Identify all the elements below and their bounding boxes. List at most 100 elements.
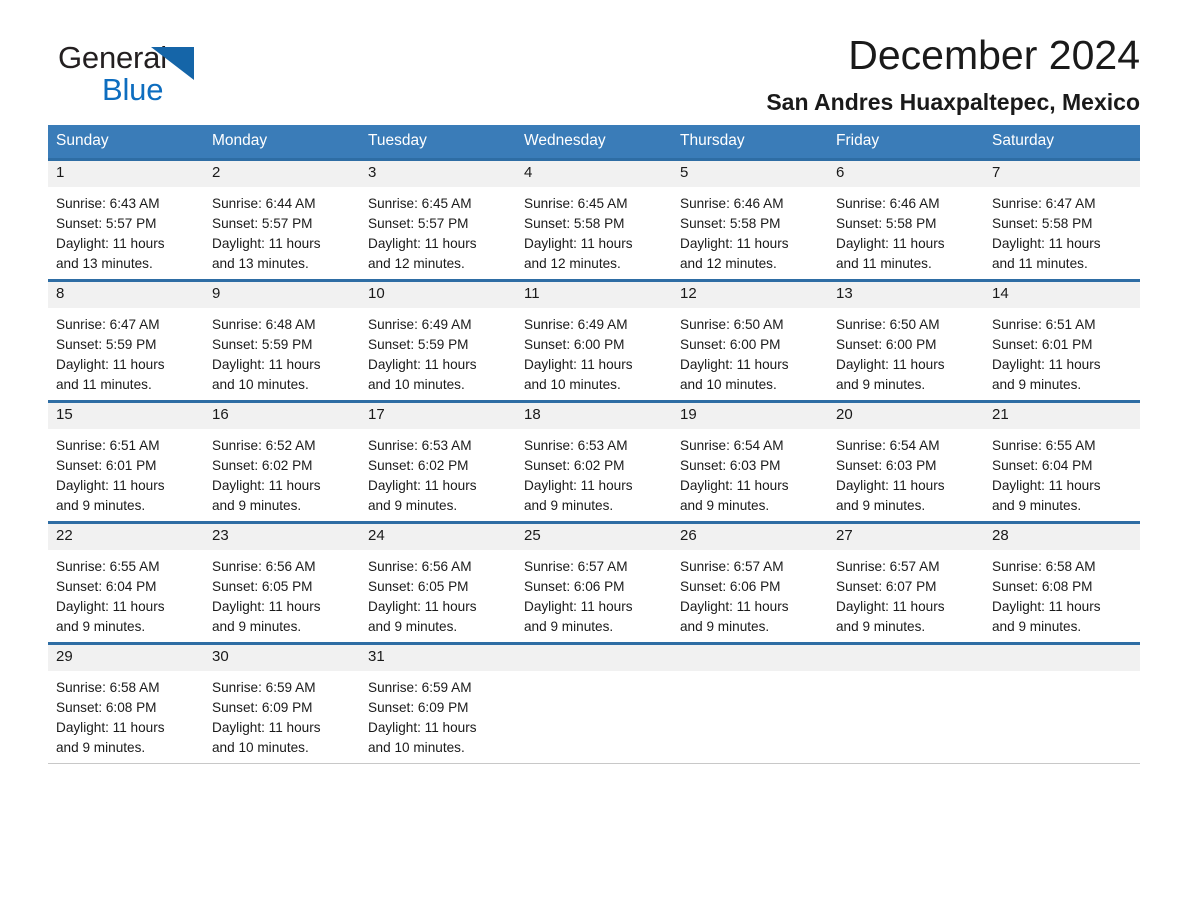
day-number: 25	[516, 524, 672, 550]
sunset-time: Sunset: 5:57 PM	[56, 216, 157, 231]
sunrise-time: Sunrise: 6:57 AM	[836, 559, 940, 574]
daylight-duration-line1: Daylight: 11 hours	[56, 236, 165, 251]
calendar-day-cell[interactable]: 10 Sunrise: 6:49 AM Sunset: 5:59 PM Dayligh…	[360, 279, 516, 402]
day-details: Sunrise: 6:54 AM Sunset: 6:03 PM Daylight:…	[828, 429, 984, 516]
day-number: 26	[672, 524, 828, 550]
daylight-duration-line2: and 9 minutes.	[56, 498, 146, 513]
calendar-day-cell[interactable]: 22 Sunrise: 6:55 AM Sunset: 6:04 PM Dayligh…	[48, 521, 204, 644]
calendar-day-cell[interactable]: 14 Sunrise: 6:51 AM Sunset: 6:01 PM Dayligh…	[984, 279, 1140, 402]
day-number: 22	[48, 524, 204, 550]
daylight-duration-line2: and 10 minutes.	[212, 377, 309, 392]
day-details: Sunrise: 6:57 AM Sunset: 6:06 PM Daylight:…	[516, 550, 672, 637]
calendar-day-cell[interactable]: 21 Sunrise: 6:55 AM Sunset: 6:04 PM Dayligh…	[984, 400, 1140, 523]
calendar-day-cell[interactable]: 11 Sunrise: 6:49 AM Sunset: 6:00 PM Dayligh…	[516, 279, 672, 402]
daylight-duration-line2: and 9 minutes.	[368, 619, 458, 634]
calendar-table: Sunday Monday Tuesday Wednesday Thursday…	[48, 125, 1140, 764]
day-details: Sunrise: 6:53 AM Sunset: 6:02 PM Daylight:…	[516, 429, 672, 516]
day-details: Sunrise: 6:43 AM Sunset: 5:57 PM Daylight:…	[48, 187, 204, 274]
calendar-day-cell[interactable]: 3 Sunrise: 6:45 AM Sunset: 5:57 PM Daylight…	[360, 158, 516, 281]
daylight-duration-line1: Daylight: 11 hours	[680, 478, 789, 493]
logo-text-blue: Blue	[102, 72, 164, 107]
day-details: Sunrise: 6:49 AM Sunset: 5:59 PM Daylight:…	[360, 308, 516, 395]
calendar-day-cell[interactable]: 27 Sunrise: 6:57 AM Sunset: 6:07 PM Dayligh…	[828, 521, 984, 644]
daylight-duration-line2: and 12 minutes.	[680, 256, 777, 271]
daylight-duration-line1: Daylight: 11 hours	[524, 357, 633, 372]
day-details: Sunrise: 6:53 AM Sunset: 6:02 PM Daylight:…	[360, 429, 516, 516]
calendar-day-cell[interactable]: 13 Sunrise: 6:50 AM Sunset: 6:00 PM Dayligh…	[828, 279, 984, 402]
calendar-day-cell[interactable]: 31 Sunrise: 6:59 AM Sunset: 6:09 PM Dayligh…	[360, 642, 516, 764]
day-details: Sunrise: 6:50 AM Sunset: 6:00 PM Daylight:…	[828, 308, 984, 395]
sunset-time: Sunset: 6:03 PM	[680, 458, 781, 473]
calendar-day-cell[interactable]: 8 Sunrise: 6:47 AM Sunset: 5:59 PM Daylight…	[48, 279, 204, 402]
daylight-duration-line2: and 9 minutes.	[836, 498, 926, 513]
sunset-time: Sunset: 6:00 PM	[524, 337, 625, 352]
calendar-day-cell[interactable]: 28 Sunrise: 6:58 AM Sunset: 6:08 PM Dayligh…	[984, 521, 1140, 644]
calendar-day-cell[interactable]: 7 Sunrise: 6:47 AM Sunset: 5:58 PM Daylight…	[984, 158, 1140, 281]
daylight-duration-line1: Daylight: 11 hours	[992, 236, 1101, 251]
day-details: Sunrise: 6:56 AM Sunset: 6:05 PM Daylight:…	[360, 550, 516, 637]
calendar-day-cell[interactable]: 17 Sunrise: 6:53 AM Sunset: 6:02 PM Dayligh…	[360, 400, 516, 523]
daylight-duration-line1: Daylight: 11 hours	[836, 599, 945, 614]
daylight-duration-line2: and 13 minutes.	[212, 256, 309, 271]
day-details: Sunrise: 6:44 AM Sunset: 5:57 PM Daylight:…	[204, 187, 360, 274]
day-number: 2	[204, 161, 360, 187]
day-details: Sunrise: 6:47 AM Sunset: 5:58 PM Daylight:…	[984, 187, 1140, 274]
calendar-week-row: 29 Sunrise: 6:58 AM Sunset: 6:08 PM Dayligh…	[48, 642, 1140, 764]
sunset-time: Sunset: 6:06 PM	[524, 579, 625, 594]
calendar-day-cell[interactable]: 9 Sunrise: 6:48 AM Sunset: 5:59 PM Daylight…	[204, 279, 360, 402]
calendar-day-cell[interactable]: 26 Sunrise: 6:57 AM Sunset: 6:06 PM Dayligh…	[672, 521, 828, 644]
sunset-time: Sunset: 5:59 PM	[212, 337, 313, 352]
daylight-duration-line1: Daylight: 11 hours	[56, 357, 165, 372]
day-details: Sunrise: 6:57 AM Sunset: 6:07 PM Daylight:…	[828, 550, 984, 637]
page-subtitle: San Andres Huaxpaltepec, Mexico	[766, 89, 1140, 116]
calendar-day-cell[interactable]: 1 Sunrise: 6:43 AM Sunset: 5:57 PM Daylight…	[48, 158, 204, 281]
day-number: 27	[828, 524, 984, 550]
weekday-header-saturday: Saturday	[984, 125, 1140, 160]
daylight-duration-line2: and 9 minutes.	[680, 619, 770, 634]
calendar-day-cell[interactable]: 19 Sunrise: 6:54 AM Sunset: 6:03 PM Dayligh…	[672, 400, 828, 523]
calendar-day-cell[interactable]: 15 Sunrise: 6:51 AM Sunset: 6:01 PM Dayligh…	[48, 400, 204, 523]
calendar-day-cell[interactable]: 30 Sunrise: 6:59 AM Sunset: 6:09 PM Dayligh…	[204, 642, 360, 764]
calendar-day-cell[interactable]: 24 Sunrise: 6:56 AM Sunset: 6:05 PM Dayligh…	[360, 521, 516, 644]
sunrise-time: Sunrise: 6:50 AM	[836, 317, 940, 332]
day-details: Sunrise: 6:49 AM Sunset: 6:00 PM Daylight:…	[516, 308, 672, 395]
calendar-day-cell[interactable]: 6 Sunrise: 6:46 AM Sunset: 5:58 PM Daylight…	[828, 158, 984, 281]
sunrise-time: Sunrise: 6:47 AM	[992, 196, 1096, 211]
calendar-page: General Blue December 2024 San Andres Hu…	[0, 0, 1188, 918]
day-number: 20	[828, 403, 984, 429]
calendar-day-cell[interactable]: 25 Sunrise: 6:57 AM Sunset: 6:06 PM Dayligh…	[516, 521, 672, 644]
daylight-duration-line1: Daylight: 11 hours	[212, 599, 321, 614]
daylight-duration-line1: Daylight: 11 hours	[992, 478, 1101, 493]
sunrise-time: Sunrise: 6:43 AM	[56, 196, 160, 211]
calendar-day-cell[interactable]: 18 Sunrise: 6:53 AM Sunset: 6:02 PM Dayligh…	[516, 400, 672, 523]
calendar-day-cell[interactable]: 12 Sunrise: 6:50 AM Sunset: 6:00 PM Dayligh…	[672, 279, 828, 402]
sunrise-time: Sunrise: 6:55 AM	[992, 438, 1096, 453]
sunset-time: Sunset: 5:59 PM	[368, 337, 469, 352]
calendar-day-cell[interactable]: 20 Sunrise: 6:54 AM Sunset: 6:03 PM Dayligh…	[828, 400, 984, 523]
daylight-duration-line1: Daylight: 11 hours	[212, 357, 321, 372]
calendar-day-cell[interactable]: 29 Sunrise: 6:58 AM Sunset: 6:08 PM Dayligh…	[48, 642, 204, 764]
day-details: Sunrise: 6:58 AM Sunset: 6:08 PM Daylight:…	[48, 671, 204, 758]
calendar-day-cell[interactable]: 16 Sunrise: 6:52 AM Sunset: 6:02 PM Dayligh…	[204, 400, 360, 523]
daylight-duration-line2: and 11 minutes.	[836, 256, 932, 271]
daylight-duration-line2: and 9 minutes.	[680, 498, 770, 513]
sunrise-time: Sunrise: 6:56 AM	[368, 559, 472, 574]
calendar-day-cell[interactable]: 4 Sunrise: 6:45 AM Sunset: 5:58 PM Daylight…	[516, 158, 672, 281]
weekday-header-wednesday: Wednesday	[516, 125, 672, 160]
sunset-time: Sunset: 6:05 PM	[212, 579, 313, 594]
sunrise-time: Sunrise: 6:52 AM	[212, 438, 316, 453]
day-details: Sunrise: 6:56 AM Sunset: 6:05 PM Daylight:…	[204, 550, 360, 637]
daylight-duration-line1: Daylight: 11 hours	[524, 599, 633, 614]
calendar-day-cell[interactable]: 5 Sunrise: 6:46 AM Sunset: 5:58 PM Daylight…	[672, 158, 828, 281]
calendar-day-cell[interactable]: 2 Sunrise: 6:44 AM Sunset: 5:57 PM Daylight…	[204, 158, 360, 281]
calendar-day-cell[interactable]: 23 Sunrise: 6:56 AM Sunset: 6:05 PM Dayligh…	[204, 521, 360, 644]
sunset-time: Sunset: 6:04 PM	[56, 579, 157, 594]
day-number	[516, 645, 672, 671]
day-number: 8	[48, 282, 204, 308]
daylight-duration-line2: and 9 minutes.	[836, 377, 926, 392]
day-number: 19	[672, 403, 828, 429]
daylight-duration-line1: Daylight: 11 hours	[524, 236, 633, 251]
daylight-duration-line2: and 9 minutes.	[992, 377, 1082, 392]
sunset-time: Sunset: 6:00 PM	[836, 337, 937, 352]
sunrise-time: Sunrise: 6:54 AM	[680, 438, 784, 453]
